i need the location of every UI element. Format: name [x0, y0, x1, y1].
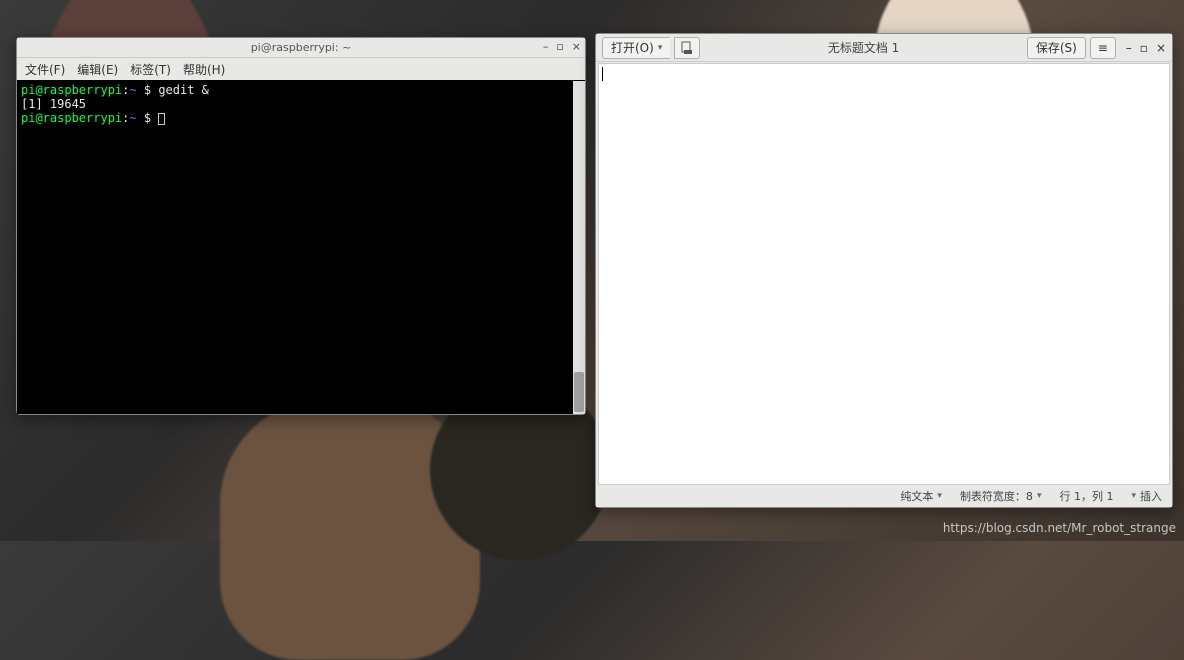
chevron-down-icon: ▾ — [658, 43, 663, 53]
terminal-titlebar[interactable]: pi@raspberrypi: ~ – ▫ × — [17, 38, 585, 58]
hamburger-menu-button[interactable]: ≡ — [1090, 37, 1116, 59]
cursor-position: 行 1，列 1 — [1059, 488, 1113, 504]
tabwidth-selector[interactable]: 制表符宽度：8 ▾ — [960, 488, 1042, 504]
menu-edit[interactable]: 编辑(E) — [77, 61, 118, 78]
terminal-menubar: 文件(F) 编辑(E) 标签(T) 帮助(H) — [17, 58, 585, 80]
maximize-button[interactable]: ▫ — [556, 40, 563, 54]
open-button-label: 打开(O) — [611, 39, 654, 56]
save-button-label: 保存(S) — [1036, 39, 1077, 56]
prompt-path: ~ — [129, 111, 136, 125]
terminal-window: pi@raspberrypi: ~ – ▫ × 文件(F) 编辑(E) 标签(T… — [16, 37, 586, 415]
terminal-body[interactable]: pi@raspberrypi:~ $ gedit & [1] 19645 pi@… — [17, 80, 585, 414]
minimize-button[interactable]: – — [543, 40, 549, 54]
terminal-scrollbar[interactable] — [573, 81, 585, 414]
terminal-scroll-thumb[interactable] — [574, 372, 584, 412]
gedit-window: 打开(O) ▾ 无标题文档 1 保存(S) ≡ – ▫ × 纯文本 ▾ — [595, 33, 1173, 508]
gedit-headerbar[interactable]: 打开(O) ▾ 无标题文档 1 保存(S) ≡ – ▫ × — [596, 34, 1172, 62]
open-button[interactable]: 打开(O) ▾ — [602, 37, 670, 59]
hamburger-icon: ≡ — [1098, 41, 1108, 55]
prompt-userhost: pi@raspberrypi — [21, 83, 122, 97]
terminal-title-text: pi@raspberrypi: ~ — [251, 41, 352, 54]
tabwidth-label: 制表符宽度：8 — [960, 488, 1033, 504]
minimize-button[interactable]: – — [1126, 41, 1132, 55]
save-button[interactable]: 保存(S) — [1027, 37, 1086, 59]
menu-file[interactable]: 文件(F) — [25, 61, 65, 78]
terminal-cursor — [158, 113, 165, 125]
insert-mode-selector[interactable]: ▾ 插入 — [1131, 488, 1162, 504]
menu-help[interactable]: 帮助(H) — [183, 61, 225, 78]
prompt-userhost: pi@raspberrypi — [21, 111, 122, 125]
chevron-down-icon: ▾ — [937, 491, 942, 501]
prompt-symbol: $ — [137, 111, 159, 125]
gedit-editor-area[interactable] — [598, 63, 1170, 485]
chevron-down-icon: ▾ — [1131, 491, 1136, 501]
menu-tabs[interactable]: 标签(T) — [130, 61, 171, 78]
new-document-button[interactable] — [674, 37, 700, 59]
job-output: [1] 19645 — [21, 97, 86, 111]
close-button[interactable]: × — [1156, 41, 1166, 55]
gedit-statusbar: 纯文本 ▾ 制表符宽度：8 ▾ 行 1，列 1 ▾ 插入 — [596, 485, 1172, 507]
watermark-text: https://blog.csdn.net/Mr_robot_strange — [943, 521, 1176, 535]
text-cursor — [602, 67, 603, 81]
prompt-symbol: $ — [137, 83, 159, 97]
prompt-path: ~ — [129, 83, 136, 97]
filetype-label: 纯文本 — [900, 488, 933, 504]
insert-mode-label: 插入 — [1140, 488, 1162, 504]
maximize-button[interactable]: ▫ — [1140, 41, 1148, 55]
new-doc-icon — [680, 41, 694, 55]
close-button[interactable]: × — [572, 40, 581, 54]
filetype-selector[interactable]: 纯文本 ▾ — [900, 488, 942, 504]
command-text: gedit & — [158, 83, 209, 97]
chevron-down-icon: ▾ — [1037, 491, 1042, 501]
gedit-title-text: 无标题文档 1 — [704, 39, 1022, 56]
